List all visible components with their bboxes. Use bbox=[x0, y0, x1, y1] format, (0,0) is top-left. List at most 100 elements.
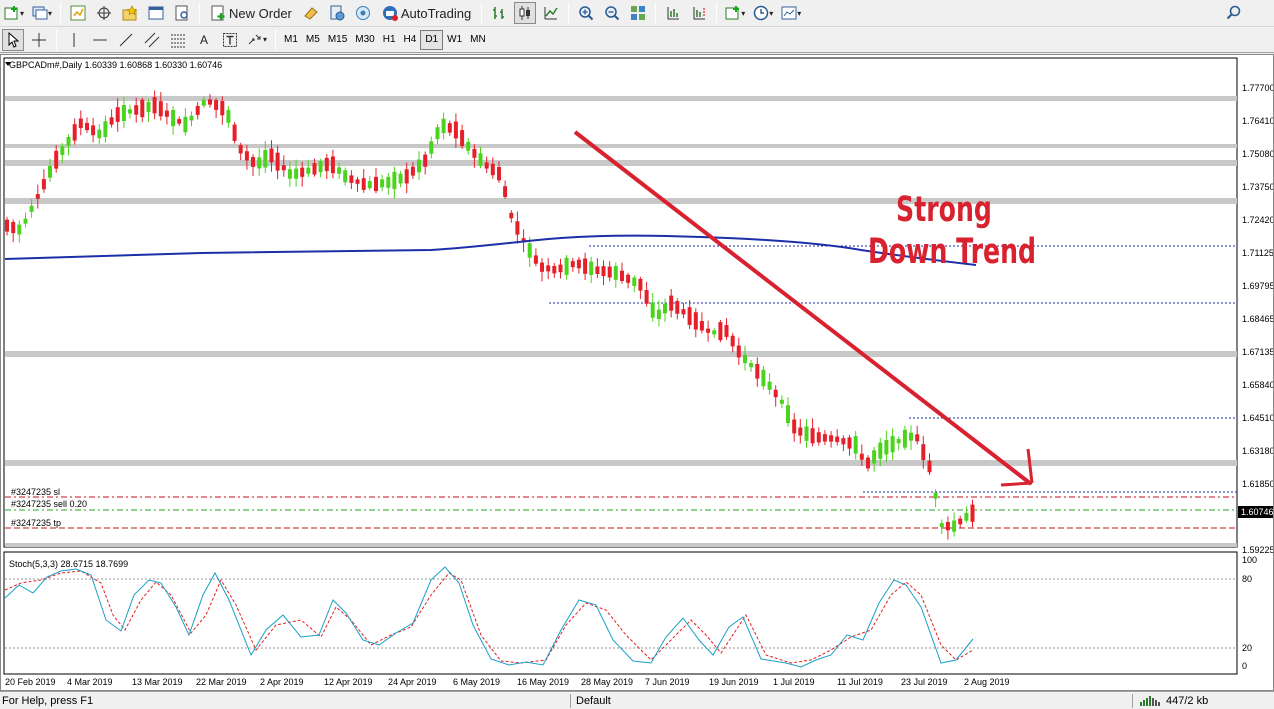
candle-body bbox=[620, 270, 624, 281]
candle-body bbox=[361, 178, 366, 190]
templates-button[interactable]: ▾ bbox=[779, 2, 803, 24]
candlestick-button[interactable] bbox=[514, 2, 537, 24]
crosshair-button[interactable] bbox=[28, 29, 50, 51]
timeframe-d1[interactable]: D1 bbox=[420, 29, 444, 50]
candle-body bbox=[515, 221, 520, 235]
candle-body bbox=[35, 194, 40, 199]
candle-body bbox=[589, 261, 594, 275]
arrows-button[interactable]: ▾ bbox=[245, 29, 269, 51]
support-band bbox=[5, 543, 1237, 547]
resistance-band bbox=[5, 96, 1237, 101]
timeframe-m30[interactable]: M30 bbox=[351, 30, 378, 50]
candle-body bbox=[54, 150, 59, 169]
strategy-tester-button[interactable] bbox=[171, 2, 193, 24]
search-button[interactable] bbox=[1226, 5, 1242, 24]
line-chart-button[interactable] bbox=[540, 2, 562, 24]
periods-button[interactable]: ▾ bbox=[751, 2, 775, 24]
terminal-button[interactable] bbox=[145, 2, 167, 24]
indicators-button[interactable]: ▾ bbox=[723, 2, 747, 24]
candle-body bbox=[497, 167, 501, 181]
date-label: 4 Mar 2019 bbox=[67, 677, 113, 687]
candle-body bbox=[453, 121, 458, 139]
horizontal-line-button[interactable] bbox=[89, 29, 111, 51]
text-label-button[interactable] bbox=[219, 29, 241, 51]
channel-button[interactable] bbox=[141, 29, 163, 51]
library-button[interactable] bbox=[326, 2, 348, 24]
fibo-button[interactable] bbox=[167, 29, 189, 51]
timeframe-mn[interactable]: MN bbox=[466, 30, 490, 50]
candle-body bbox=[829, 435, 834, 442]
autoscroll-button[interactable] bbox=[662, 2, 684, 24]
candle-body bbox=[109, 117, 114, 125]
favorites-icon bbox=[122, 5, 138, 21]
signals-button[interactable] bbox=[352, 2, 374, 24]
tile-windows-icon bbox=[630, 5, 646, 21]
candle-body bbox=[195, 105, 200, 115]
cursor-button[interactable] bbox=[2, 28, 24, 51]
trendline-button[interactable] bbox=[115, 29, 137, 51]
chart-window[interactable]: #3247235 sl #3247235 sell 0.20 #3247235 … bbox=[0, 54, 1274, 691]
new-order-icon bbox=[210, 5, 226, 21]
price-label: 1.61850 bbox=[1242, 479, 1273, 489]
bar-chart-button[interactable] bbox=[488, 2, 510, 24]
candle-body bbox=[656, 309, 661, 319]
candle-body bbox=[318, 161, 323, 173]
stoch-level-label: 0 bbox=[1242, 661, 1247, 671]
metaeditor-button[interactable] bbox=[300, 2, 322, 24]
toolbar-separator bbox=[481, 3, 483, 23]
candle-body bbox=[718, 322, 723, 341]
current-price-label: 1.60746 bbox=[1241, 507, 1273, 517]
profiles-button[interactable]: ▾ bbox=[30, 2, 54, 24]
market-watch-button[interactable] bbox=[67, 2, 89, 24]
order-tp-label: #3247235 tp bbox=[11, 518, 61, 528]
terminal-icon bbox=[148, 5, 164, 21]
candle-body bbox=[478, 153, 483, 166]
text-icon: A bbox=[199, 32, 208, 47]
candle-body bbox=[17, 224, 22, 235]
navigator-button[interactable] bbox=[93, 2, 115, 24]
candle-body bbox=[884, 440, 889, 455]
price-chart[interactable]: #3247235 sl #3247235 sell 0.20 #3247235 … bbox=[1, 55, 1273, 690]
candle-body bbox=[134, 105, 139, 115]
new-chart-button[interactable]: ▾ bbox=[2, 2, 26, 24]
candle-body bbox=[349, 175, 354, 183]
chart-shift-button[interactable] bbox=[688, 2, 710, 24]
date-label: 19 Jun 2019 bbox=[709, 677, 759, 687]
candle-body bbox=[650, 302, 655, 318]
stoch-level-label: 20 bbox=[1242, 643, 1252, 653]
candle-body bbox=[337, 167, 342, 174]
candle-body bbox=[736, 345, 741, 358]
autoscroll-icon bbox=[665, 5, 681, 21]
price-label: 1.73750 bbox=[1242, 182, 1273, 192]
candle-body bbox=[527, 243, 532, 258]
date-label: 2 Apr 2019 bbox=[260, 677, 304, 687]
candle-body bbox=[915, 434, 920, 442]
candle-body bbox=[460, 130, 465, 147]
line-chart-icon bbox=[543, 5, 559, 21]
candle-body bbox=[859, 453, 864, 460]
timeframe-h4[interactable]: H4 bbox=[400, 30, 421, 50]
text-button[interactable]: A bbox=[193, 29, 215, 51]
timeframe-m5[interactable]: M5 bbox=[302, 30, 324, 50]
favorites-button[interactable] bbox=[119, 2, 141, 24]
vertical-line-button[interactable] bbox=[63, 29, 85, 51]
candle-body bbox=[743, 354, 747, 364]
zoom-in-button[interactable] bbox=[575, 2, 597, 24]
timeframe-m15[interactable]: M15 bbox=[324, 30, 351, 50]
stoch-level-label: 100 bbox=[1242, 555, 1257, 565]
candle-body bbox=[183, 116, 188, 133]
candle-body bbox=[626, 274, 631, 283]
timeframe-w1[interactable]: W1 bbox=[443, 30, 466, 50]
zoom-out-button[interactable] bbox=[601, 2, 623, 24]
candle-body bbox=[964, 512, 969, 521]
timeframe-h1[interactable]: H1 bbox=[379, 30, 400, 50]
timeframe-m1[interactable]: M1 bbox=[280, 30, 302, 50]
autotrading-button[interactable]: AutoTrading bbox=[378, 2, 475, 24]
candle-body bbox=[447, 123, 452, 133]
candle-body bbox=[564, 257, 569, 275]
candle-body bbox=[220, 101, 225, 116]
tile-windows-button[interactable] bbox=[627, 2, 649, 24]
date-label: 28 May 2019 bbox=[581, 677, 633, 687]
new-order-button[interactable]: New Order bbox=[206, 2, 296, 24]
candle-body bbox=[583, 258, 588, 274]
